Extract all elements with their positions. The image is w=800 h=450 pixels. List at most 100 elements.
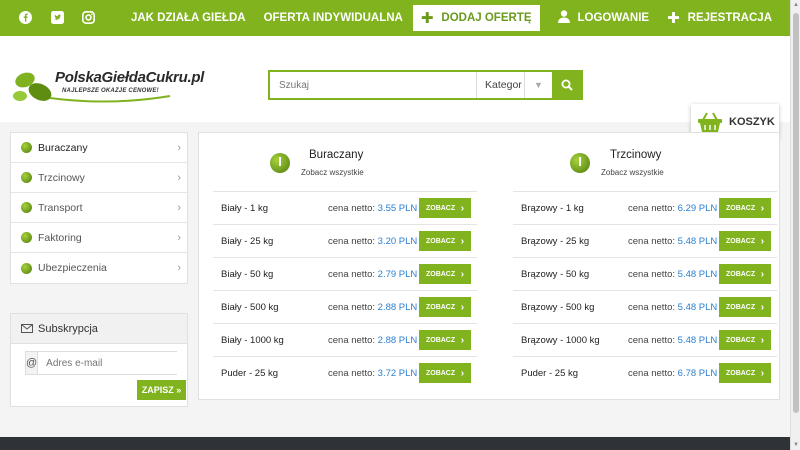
chevron-right-icon: › — [177, 172, 181, 184]
product-price: cena netto: 3.72 PLN — [328, 368, 417, 379]
instagram-icon[interactable] — [82, 11, 95, 24]
view-button[interactable]: ZOBACZ › — [419, 330, 471, 350]
login-label: LOGOWANIE — [577, 12, 650, 24]
view-button-label: ZOBACZ — [725, 369, 756, 377]
price-value: 2.88 PLN — [377, 302, 418, 313]
at-icon: @ — [26, 352, 39, 374]
see-all-link[interactable]: Zobacz wszystkie — [301, 168, 364, 177]
column-header: Buraczany Zobacz wszystkie — [213, 133, 477, 191]
price-label: cena netto: — [628, 269, 676, 280]
price-label: cena netto: — [328, 335, 376, 346]
view-button-label: ZOBACZ — [725, 336, 756, 344]
logo-tagline: NAJLEPSZE OKAZJE CENOWE! — [62, 88, 159, 94]
search-button[interactable] — [552, 72, 581, 98]
chevron-right-icon: › — [177, 202, 181, 214]
product-row: Brązowy - 50 kg cena netto: 5.48 PLN ZOBAC… — [513, 257, 777, 290]
sidebar-item-label: Ubezpieczenia — [38, 262, 107, 274]
view-button-label: ZOBACZ — [725, 303, 756, 311]
product-row: Biały - 1000 kg cena netto: 2.88 PLN ZOBAC… — [213, 323, 477, 356]
nav-how-it-works[interactable]: JAK DZIAŁA GIEŁDA — [131, 12, 246, 24]
view-button[interactable]: ZOBACZ › — [419, 297, 471, 317]
view-button[interactable]: ZOBACZ › — [719, 231, 771, 251]
top-navigation: JAK DZIAŁA GIEŁDA OFERTA INDYWIDUALNA ✚ … — [113, 0, 772, 36]
product-name: Biały - 1 kg — [221, 203, 268, 214]
product-row: Brązowy - 25 kg cena netto: 5.48 PLN ZOBAC… — [513, 224, 777, 257]
chevron-right-icon: › — [455, 301, 465, 313]
header: PolskaGiełdaCukru.pl NAJLEPSZE OKAZJE CE… — [0, 36, 790, 139]
view-button[interactable]: ZOBACZ › — [419, 198, 471, 218]
view-button[interactable]: ZOBACZ › — [719, 198, 771, 218]
view-button-label: ZOBACZ — [725, 270, 756, 278]
column-title: Trzcinowy — [610, 149, 662, 161]
view-button-label: ZOBACZ — [725, 204, 756, 212]
chevron-right-icon: › — [455, 202, 465, 214]
product-name: Brązowy - 500 kg — [521, 302, 595, 313]
price-label: cena netto: — [628, 335, 676, 346]
sidebar-item-buraczany[interactable]: Buraczany › — [11, 133, 187, 163]
product-row: Biały - 25 kg cena netto: 3.20 PLN ZOBACZ … — [213, 224, 477, 257]
chevron-down-icon[interactable]: ▼ — [524, 72, 552, 98]
chevron-right-icon: › — [755, 268, 765, 280]
product-price: cena netto: 5.48 PLN — [628, 302, 717, 313]
product-name: Biały - 1000 kg — [221, 335, 284, 346]
column-title: Buraczany — [309, 149, 364, 161]
chevron-right-icon: › — [755, 301, 765, 313]
view-button[interactable]: ZOBACZ › — [419, 264, 471, 284]
product-row: Brązowy - 1000 kg cena netto: 5.48 PLN ZOB… — [513, 323, 777, 356]
scroll-down-icon[interactable]: ▼ — [791, 440, 800, 450]
nav-individual-offer[interactable]: OFERTA INDYWIDUALNA — [264, 12, 403, 24]
view-button[interactable]: ZOBACZ › — [719, 297, 771, 317]
search-input[interactable] — [270, 72, 476, 98]
sugar-icon — [270, 153, 290, 173]
price-label: cena netto: — [628, 302, 676, 313]
price-value: 6.78 PLN — [677, 368, 718, 379]
product-name: Puder - 25 kg — [521, 368, 579, 379]
chevron-right-icon: › — [455, 235, 465, 247]
scroll-thumb[interactable] — [793, 13, 799, 413]
subscription-title: Subskrypcja — [38, 322, 98, 335]
price-value: 5.48 PLN — [677, 335, 718, 346]
product-row: Biały - 50 kg cena netto: 2.79 PLN ZOBACZ … — [213, 257, 477, 290]
sidebar-item-label: Faktoring — [38, 231, 82, 244]
plus-icon: ✚ — [667, 9, 680, 27]
nav-register[interactable]: ✚ REJESTRACJA — [667, 11, 772, 26]
price-label: cena netto: — [328, 269, 376, 280]
twitter-icon[interactable] — [51, 11, 64, 24]
price-label: cena netto: — [328, 203, 376, 214]
subscribe-button[interactable]: ZAPISZ » — [137, 380, 186, 400]
nav-login[interactable]: LOGOWANIE — [557, 10, 650, 26]
sidebar-item-faktoring[interactable]: Faktoring › — [11, 223, 187, 253]
product-price: cena netto: 2.88 PLN — [328, 335, 417, 346]
product-price: cena netto: 6.78 PLN — [628, 368, 717, 379]
see-all-link[interactable]: Zobacz wszystkie — [601, 168, 664, 177]
product-name: Biały - 25 kg — [221, 236, 274, 247]
view-button[interactable]: ZOBACZ › — [719, 264, 771, 284]
subscription-box: Subskrypcja @ ZAPISZ » — [10, 313, 188, 407]
chevron-right-icon: › — [455, 334, 465, 346]
sidebar-item-transport[interactable]: Transport › — [11, 193, 187, 223]
add-offer-button[interactable]: ✚ DODAJ OFERTĘ — [412, 5, 540, 31]
product-price: cena netto: 6.29 PLN — [628, 203, 717, 214]
chevron-right-icon: › — [455, 367, 465, 379]
register-label: REJESTRACJA — [687, 12, 772, 24]
price-value: 5.48 PLN — [677, 236, 718, 247]
search-icon — [561, 79, 573, 91]
price-value: 3.55 PLN — [377, 203, 418, 214]
product-price: cena netto: 2.79 PLN — [328, 269, 417, 280]
view-button[interactable]: ZOBACZ › — [419, 231, 471, 251]
scrollbar[interactable]: ▲ ▼ — [790, 0, 800, 450]
chevron-right-icon: › — [177, 262, 181, 274]
email-input[interactable] — [38, 352, 179, 374]
facebook-icon[interactable] — [19, 11, 32, 24]
sidebar-item-trzcinowy[interactable]: Trzcinowy › — [11, 163, 187, 193]
scroll-up-icon[interactable]: ▲ — [791, 0, 800, 10]
category-select[interactable]: Kategor — [476, 72, 524, 98]
envelope-icon — [21, 324, 33, 333]
sidebar-item-ubezpieczenia[interactable]: Ubezpieczenia › — [11, 253, 187, 283]
view-button[interactable]: ZOBACZ › — [719, 363, 771, 383]
view-button[interactable]: ZOBACZ › — [719, 330, 771, 350]
price-label: cena netto: — [328, 302, 376, 313]
view-button[interactable]: ZOBACZ › — [419, 363, 471, 383]
product-price: cena netto: 5.48 PLN — [628, 236, 717, 247]
sugar-icon — [21, 142, 32, 153]
